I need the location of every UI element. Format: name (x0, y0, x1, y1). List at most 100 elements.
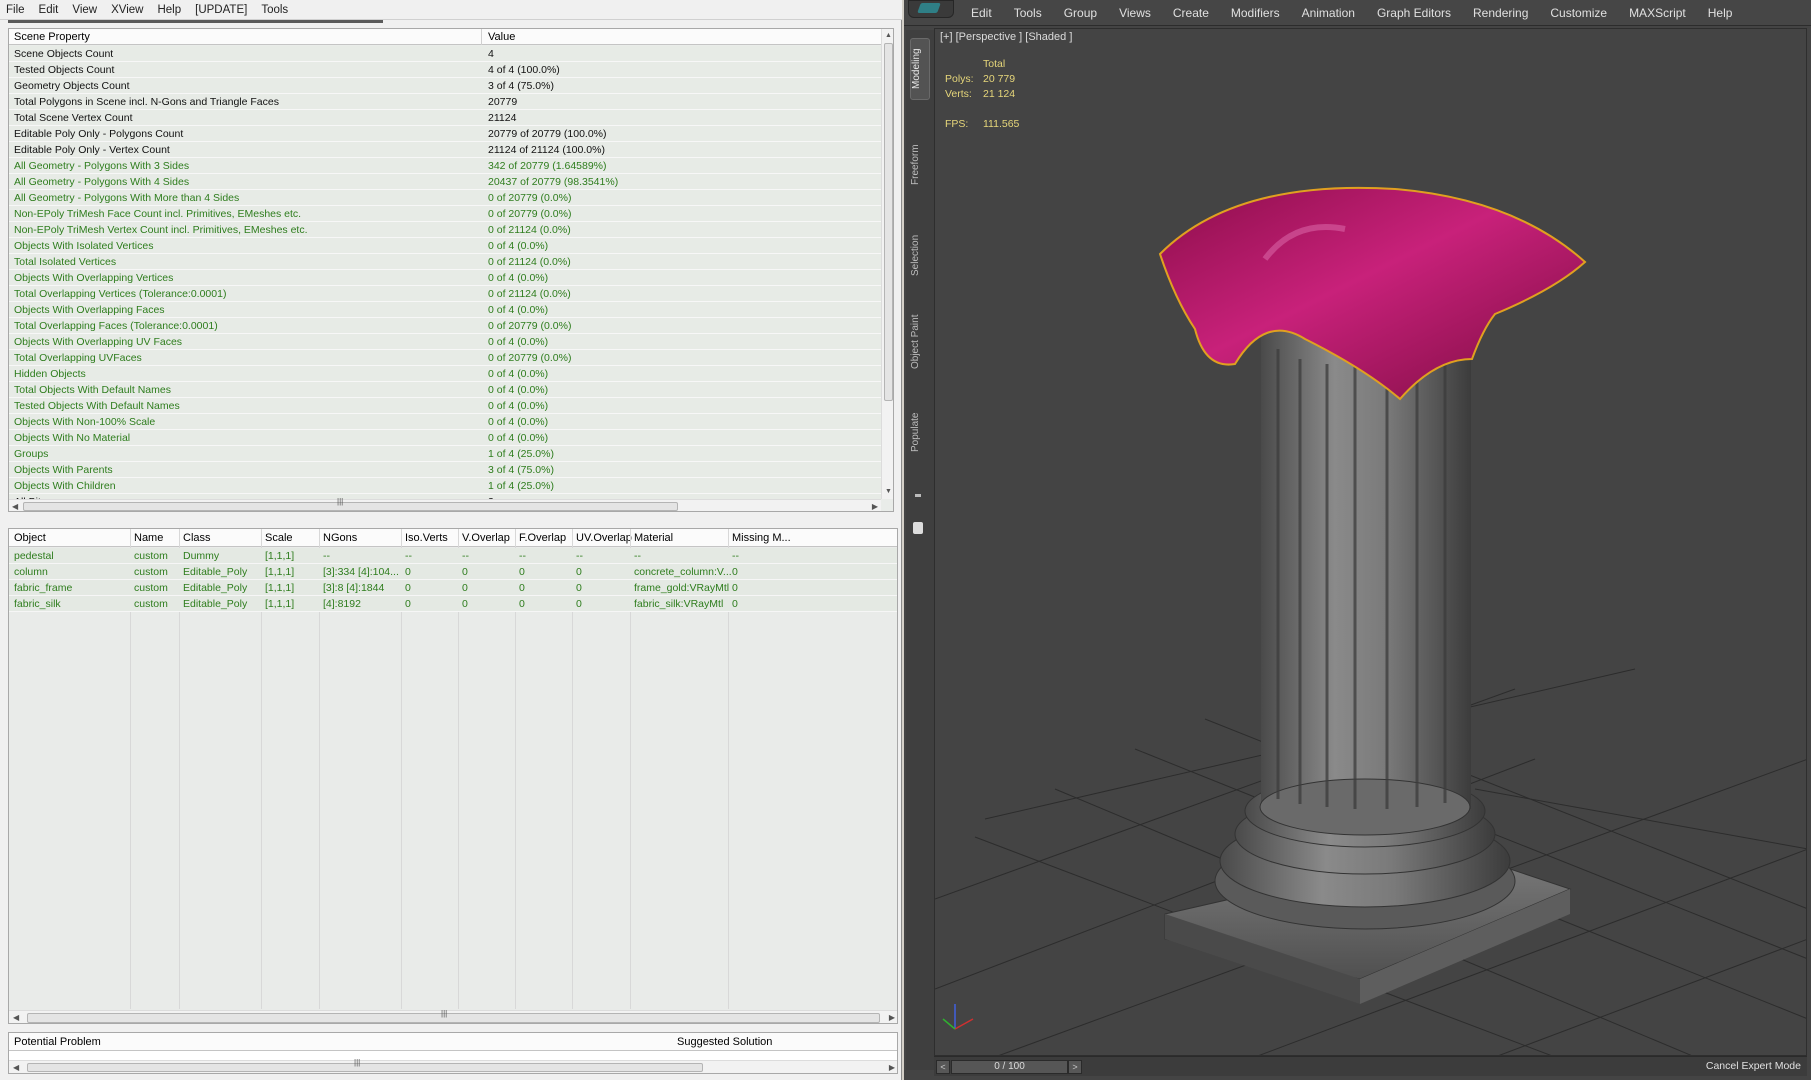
obj-col-header[interactable]: Iso.Verts (405, 532, 448, 544)
scroll-right-icon[interactable]: ▶ (889, 1061, 895, 1073)
max-menu-edit[interactable]: Edit (971, 6, 992, 20)
scene-property-table[interactable]: Scene Property Value Scene Objects Count… (8, 28, 894, 512)
scroll-thumb[interactable] (23, 502, 678, 511)
prop-row[interactable]: Editable Poly Only - Vertex Count 21124 o… (9, 142, 881, 158)
scroll-left-icon[interactable]: ◀ (13, 1011, 19, 1023)
prop-row[interactable]: Objects With Overlapping Vertices 0 of 4 … (9, 270, 881, 286)
max-menu-modifiers[interactable]: Modifiers (1231, 6, 1280, 20)
scroll-thumb[interactable] (884, 43, 893, 401)
ribbon-tab-modeling[interactable]: Modeling (910, 38, 930, 100)
scroll-down-icon[interactable]: ▼ (884, 487, 893, 497)
prop-row[interactable]: Total Overlapping Vertices (Tolerance:0.… (9, 286, 881, 302)
table-row[interactable]: column custom Editable_Poly [1,1,1] [3]:334 … (9, 564, 897, 580)
ribbon-toggle-icon[interactable] (913, 522, 923, 534)
obj-col-header[interactable]: V.Overlap (462, 532, 510, 544)
scroll-left-icon[interactable]: ◀ (13, 1061, 19, 1073)
obj-col-header[interactable]: Material (634, 532, 673, 544)
menu-tools[interactable]: Tools (261, 4, 288, 16)
prop-row[interactable]: Geometry Objects Count 3 of 4 (75.0%) (9, 78, 881, 94)
max-menu-group[interactable]: Group (1064, 6, 1097, 20)
prop-horizontal-scrollbar[interactable]: ◀ ||| ▶ (9, 497, 881, 511)
menu-view[interactable]: View (72, 4, 97, 16)
prop-row[interactable]: All Geometry - Polygons With 3 Sides 342 … (9, 158, 881, 174)
obj-col-header[interactable]: NGons (323, 532, 357, 544)
prop-row[interactable]: Total Overlapping Faces (Tolerance:0.000… (9, 318, 881, 334)
obj-col-header[interactable]: F.Overlap (519, 532, 566, 544)
time-slider[interactable]: 0 / 100 (951, 1060, 1068, 1074)
viewport-label[interactable]: [+] [Perspective ] [Shaded ] (940, 31, 1072, 43)
object-table[interactable]: Object Name Class Scale NGons Iso.Verts V.Over… (8, 528, 898, 1024)
cancel-expert-mode-button[interactable]: Cancel Expert Mode (1706, 1060, 1801, 1072)
max-menu-animation[interactable]: Animation (1302, 6, 1355, 20)
obj-col-header[interactable]: Missing M... (732, 532, 791, 544)
prop-row[interactable]: Non-EPoly TriMesh Vertex Count incl. Pri… (9, 222, 881, 238)
ribbon-pin-icon[interactable] (915, 494, 921, 497)
obj-col-header[interactable]: UV.Overlap (576, 532, 632, 544)
col-value[interactable]: Value (488, 31, 515, 43)
prop-row[interactable]: Objects With Overlapping UV Faces 0 of 4 … (9, 334, 881, 350)
prop-row[interactable]: Objects With Non-100% Scale 0 of 4 (0.0%) (9, 414, 881, 430)
perspective-viewport[interactable]: [+] [Perspective ] [Shaded ] Total Polys… (934, 28, 1807, 1056)
max-menu-create[interactable]: Create (1173, 6, 1209, 20)
table-row[interactable]: fabric_silk custom Editable_Poly [1,1,1] [4]… (9, 596, 897, 612)
scroll-thumb[interactable] (27, 1063, 703, 1072)
col-scene-property[interactable]: Scene Property (14, 31, 90, 43)
problem-table[interactable]: Potential Problem Suggested Solution ◀ |… (8, 1032, 898, 1074)
prop-row[interactable]: Editable Poly Only - Polygons Count 20779… (9, 126, 881, 142)
table-row[interactable]: pedestal custom Dummy [1,1,1] -- -- -- -- -- -- -- (9, 548, 897, 564)
scroll-right-icon[interactable]: ▶ (889, 1011, 895, 1023)
prop-row[interactable]: Objects With No Material 0 of 4 (0.0%) (9, 430, 881, 446)
col-potential-problem[interactable]: Potential Problem (14, 1036, 101, 1048)
prop-row[interactable]: Objects With Isolated Vertices 0 of 4 (0.… (9, 238, 881, 254)
prop-row[interactable]: All Geometry - Polygons With 4 Sides 2043… (9, 174, 881, 190)
max-menu-customize[interactable]: Customize (1550, 6, 1607, 20)
prop-row[interactable]: Total Isolated Vertices 0 of 21124 (0.0%) (9, 254, 881, 270)
prop-row[interactable]: All Geometry - Polygons With More than 4… (9, 190, 881, 206)
prop-row[interactable]: Non-EPoly TriMesh Face Count incl. Primi… (9, 206, 881, 222)
prop-row[interactable]: Objects With Parents 3 of 4 (75.0%) (9, 462, 881, 478)
prop-row[interactable]: Total Polygons in Scene incl. N-Gons and… (9, 94, 881, 110)
menu-xview[interactable]: XView (111, 4, 143, 16)
prop-row[interactable]: Total Scene Vertex Count 21124 (9, 110, 881, 126)
max-menu-rendering[interactable]: Rendering (1473, 6, 1528, 20)
obj-col-header[interactable]: Scale (265, 532, 293, 544)
menu-update[interactable]: [UPDATE] (195, 4, 247, 16)
max-menu-tools[interactable]: Tools (1014, 6, 1042, 20)
ribbon-tab-object-paint[interactable]: Object Paint (910, 302, 930, 382)
prop-row[interactable]: Total Overlapping UVFaces 0 of 20779 (0.0… (9, 350, 881, 366)
prop-row[interactable]: Objects With Children 1 of 4 (25.0%) (9, 478, 881, 494)
max-menu-maxscript[interactable]: MAXScript (1629, 6, 1686, 20)
menu-edit[interactable]: Edit (39, 4, 59, 16)
prop-row[interactable]: Scene Objects Count 4 (9, 46, 881, 62)
obj-col-header[interactable]: Name (134, 532, 163, 544)
max-menu-graph-editors[interactable]: Graph Editors (1377, 6, 1451, 20)
scroll-thumb[interactable] (27, 1013, 880, 1023)
obj-col-header[interactable]: Object (14, 532, 46, 544)
max-menu-views[interactable]: Views (1119, 6, 1151, 20)
prob-horizontal-scrollbar[interactable]: ◀ ||| ▶ (9, 1058, 897, 1073)
viewport-scene[interactable] (935, 29, 1807, 1056)
col-suggested-solution[interactable]: Suggested Solution (677, 1036, 772, 1048)
prev-frame-button[interactable]: < (936, 1060, 950, 1074)
ribbon-tab-selection[interactable]: Selection (910, 220, 930, 290)
max-menu-help[interactable]: Help (1708, 6, 1733, 20)
obj-horizontal-scrollbar[interactable]: ◀ ||| ▶ (9, 1009, 897, 1023)
obj-col-header[interactable]: Class (183, 532, 211, 544)
prop-row[interactable]: Hidden Objects 0 of 4 (0.0%) (9, 366, 881, 382)
prop-row[interactable]: Tested Objects With Default Names 0 of 4 … (9, 398, 881, 414)
prop-row[interactable]: Tested Objects Count 4 of 4 (100.0%) (9, 62, 881, 78)
scroll-right-icon[interactable]: ▶ (872, 500, 878, 511)
prop-vertical-scrollbar[interactable]: ▲ ▼ (881, 29, 893, 499)
prop-row[interactable]: Total Objects With Default Names 0 of 4 (… (9, 382, 881, 398)
scroll-up-icon[interactable]: ▲ (884, 31, 893, 41)
next-frame-button[interactable]: > (1068, 1060, 1082, 1074)
menu-file[interactable]: File (6, 4, 25, 16)
prop-row[interactable]: Groups 1 of 4 (25.0%) (9, 446, 881, 462)
ribbon-tab-freeform[interactable]: Freeform (910, 130, 930, 200)
prop-row[interactable]: Objects With Overlapping Faces 0 of 4 (0.… (9, 302, 881, 318)
max-logo-button[interactable] (908, 0, 954, 18)
scroll-left-icon[interactable]: ◀ (12, 500, 18, 511)
table-row[interactable]: fabric_frame custom Editable_Poly [1,1,1] [3… (9, 580, 897, 596)
ribbon-tab-populate[interactable]: Populate (910, 392, 930, 472)
menu-help[interactable]: Help (157, 4, 181, 16)
